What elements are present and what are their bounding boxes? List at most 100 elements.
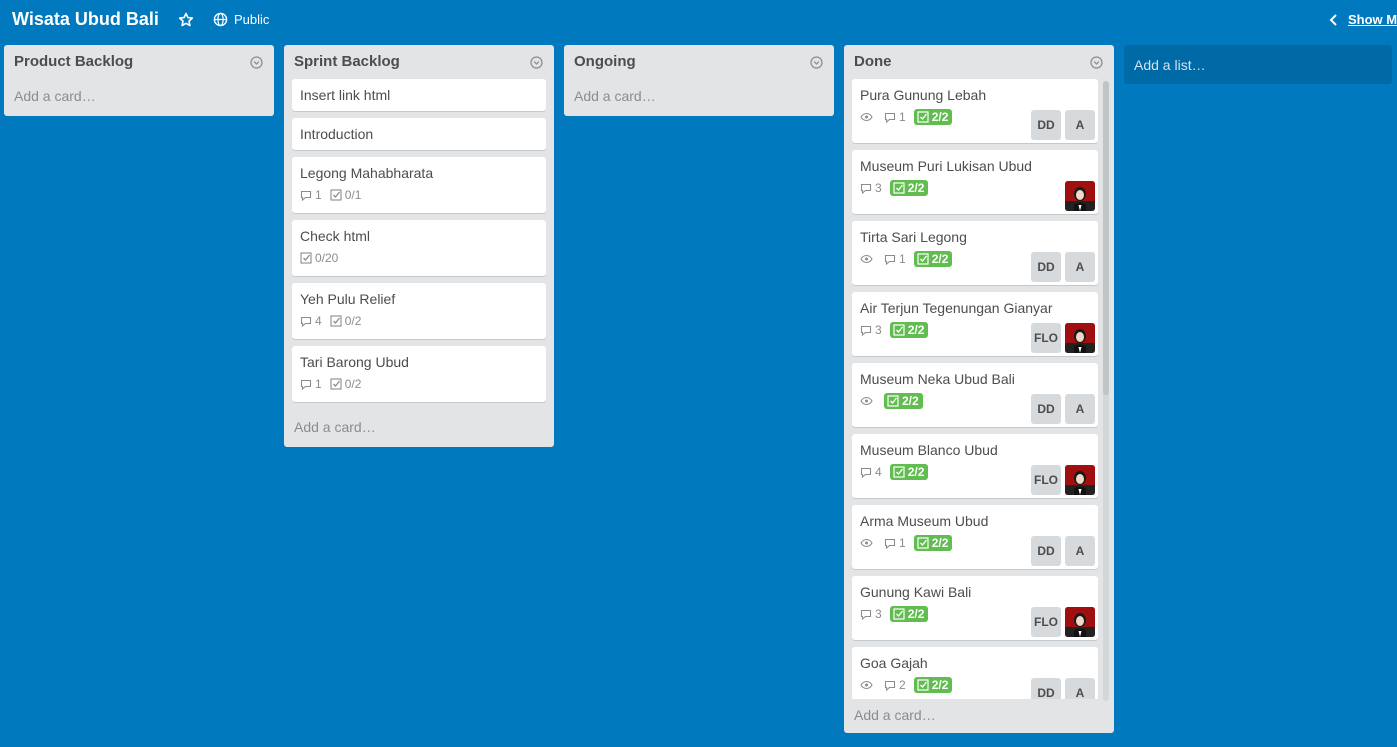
checklist-icon: [917, 679, 929, 691]
add-list-button[interactable]: Add a list…: [1124, 45, 1392, 84]
card-members: DD A: [1031, 536, 1095, 566]
comments-badge: 3: [860, 323, 882, 337]
watch-badge: [860, 112, 876, 122]
checklist-icon: [330, 189, 342, 201]
comment-icon: [300, 379, 312, 390]
card[interactable]: Yeh Pulu Relief 4 0/2: [292, 283, 546, 339]
list-done: Done Pura Gunung Lebah 1 2/2 DD A Museum Puri…: [844, 45, 1114, 733]
card[interactable]: Air Terjun Tegenungan Gianyar 3 2/2 FLO: [852, 292, 1098, 356]
watch-icon: [860, 538, 873, 548]
member-initials[interactable]: A: [1065, 252, 1095, 282]
checklist-icon: [917, 111, 929, 123]
comment-icon: [884, 254, 896, 265]
card-members: DD A: [1031, 394, 1095, 424]
comments-badge: 2: [884, 678, 906, 692]
globe-icon: [213, 12, 228, 27]
member-initials[interactable]: FLO: [1031, 465, 1061, 495]
card[interactable]: Insert link html: [292, 79, 546, 111]
checklist-badge: 0/1: [330, 188, 361, 202]
checklist-icon: [300, 252, 312, 264]
card[interactable]: Legong Mahabharata 1 0/1: [292, 157, 546, 213]
comment-icon: [884, 538, 896, 549]
list-title[interactable]: Ongoing: [574, 53, 824, 70]
visibility-label: Public: [234, 12, 270, 27]
add-card-button[interactable]: Add a card…: [4, 79, 274, 116]
checklist-badge: 2/2: [913, 677, 953, 693]
watch-icon: [860, 112, 873, 122]
comments-badge: 1: [300, 188, 322, 202]
star-icon[interactable]: [178, 12, 194, 28]
scrollbar-thumb[interactable]: [1103, 81, 1109, 395]
list-menu-icon[interactable]: [810, 56, 823, 69]
member-initials[interactable]: A: [1065, 394, 1095, 424]
card-members: FLO: [1031, 465, 1095, 495]
list-menu-icon[interactable]: [1090, 56, 1103, 69]
card[interactable]: Museum Blanco Ubud 4 2/2 FLO: [852, 434, 1098, 498]
avatar[interactable]: [1065, 607, 1095, 637]
checklist-badge: 2/2: [889, 180, 929, 196]
card[interactable]: Pura Gunung Lebah 1 2/2 DD A: [852, 79, 1098, 143]
visibility-button[interactable]: Public: [213, 12, 269, 27]
member-initials[interactable]: DD: [1031, 394, 1061, 424]
comment-icon: [300, 316, 312, 327]
watch-badge: [860, 254, 876, 264]
card[interactable]: Museum Neka Ubud Bali 2/2 DD A: [852, 363, 1098, 427]
checklist-badge: 2/2: [913, 535, 953, 551]
checklist-icon: [917, 253, 929, 265]
avatar[interactable]: [1065, 181, 1095, 211]
member-initials[interactable]: A: [1065, 678, 1095, 699]
checklist-badge: 0/20: [300, 251, 338, 265]
checklist-badge: 0/2: [330, 314, 361, 328]
member-initials[interactable]: DD: [1031, 110, 1061, 140]
card[interactable]: Introduction: [292, 118, 546, 150]
checklist-badge: 2/2: [889, 464, 929, 480]
watch-icon: [860, 680, 873, 690]
card[interactable]: Museum Puri Lukisan Ubud 3 2/2: [852, 150, 1098, 214]
checklist-icon: [330, 378, 342, 390]
comment-icon: [860, 325, 872, 336]
add-card-button[interactable]: Add a card…: [284, 409, 554, 447]
card[interactable]: Gunung Kawi Bali 3 2/2 FLO: [852, 576, 1098, 640]
avatar[interactable]: [1065, 465, 1095, 495]
list-title[interactable]: Done: [854, 53, 1104, 70]
comments-badge: 1: [884, 536, 906, 550]
comment-icon: [860, 467, 872, 478]
member-initials[interactable]: DD: [1031, 252, 1061, 282]
card-title: Yeh Pulu Relief: [300, 291, 396, 307]
member-initials[interactable]: FLO: [1031, 607, 1061, 637]
member-initials[interactable]: FLO: [1031, 323, 1061, 353]
member-initials[interactable]: DD: [1031, 536, 1061, 566]
card-title: Tirta Sari Legong: [860, 229, 967, 245]
checklist-badge: 2/2: [884, 393, 923, 409]
add-card-button[interactable]: Add a card…: [844, 699, 1114, 735]
comments-badge: 3: [860, 607, 882, 621]
add-card-button[interactable]: Add a card…: [564, 79, 834, 116]
card[interactable]: Goa Gajah 2 2/2 DD A: [852, 647, 1098, 699]
list-menu-icon[interactable]: [250, 56, 263, 69]
show-menu-button[interactable]: Show Menu: [1328, 12, 1397, 27]
card-title: Pura Gunung Lebah: [860, 87, 987, 103]
comments-badge: 4: [860, 465, 882, 479]
member-initials[interactable]: A: [1065, 110, 1095, 140]
card[interactable]: Tirta Sari Legong 1 2/2 DD A: [852, 221, 1098, 285]
checklist-icon: [330, 315, 342, 327]
show-menu-label: Show Menu: [1348, 12, 1397, 27]
card-members: FLO: [1031, 323, 1095, 353]
member-initials[interactable]: DD: [1031, 678, 1061, 699]
board-header: Wisata Ubud Bali Public Show Menu: [0, 0, 1397, 40]
avatar[interactable]: [1065, 323, 1095, 353]
comment-icon: [860, 609, 872, 620]
card[interactable]: Check html 0/20: [292, 220, 546, 276]
list-title[interactable]: Product Backlog: [14, 53, 264, 70]
card-title: Legong Mahabharata: [300, 165, 434, 181]
member-initials[interactable]: A: [1065, 536, 1095, 566]
card-members: DD A: [1031, 678, 1095, 699]
card[interactable]: Tari Barong Ubud 1 0/2: [292, 346, 546, 402]
board-title[interactable]: Wisata Ubud Bali: [12, 9, 159, 30]
comments-badge: 1: [884, 252, 906, 266]
list-menu-icon[interactable]: [530, 56, 543, 69]
list-product-backlog: Product Backlog Add a card…: [4, 45, 274, 116]
list-title[interactable]: Sprint Backlog: [294, 53, 544, 70]
card-title: Museum Blanco Ubud: [860, 442, 998, 458]
card[interactable]: Arma Museum Ubud 1 2/2 DD A: [852, 505, 1098, 569]
